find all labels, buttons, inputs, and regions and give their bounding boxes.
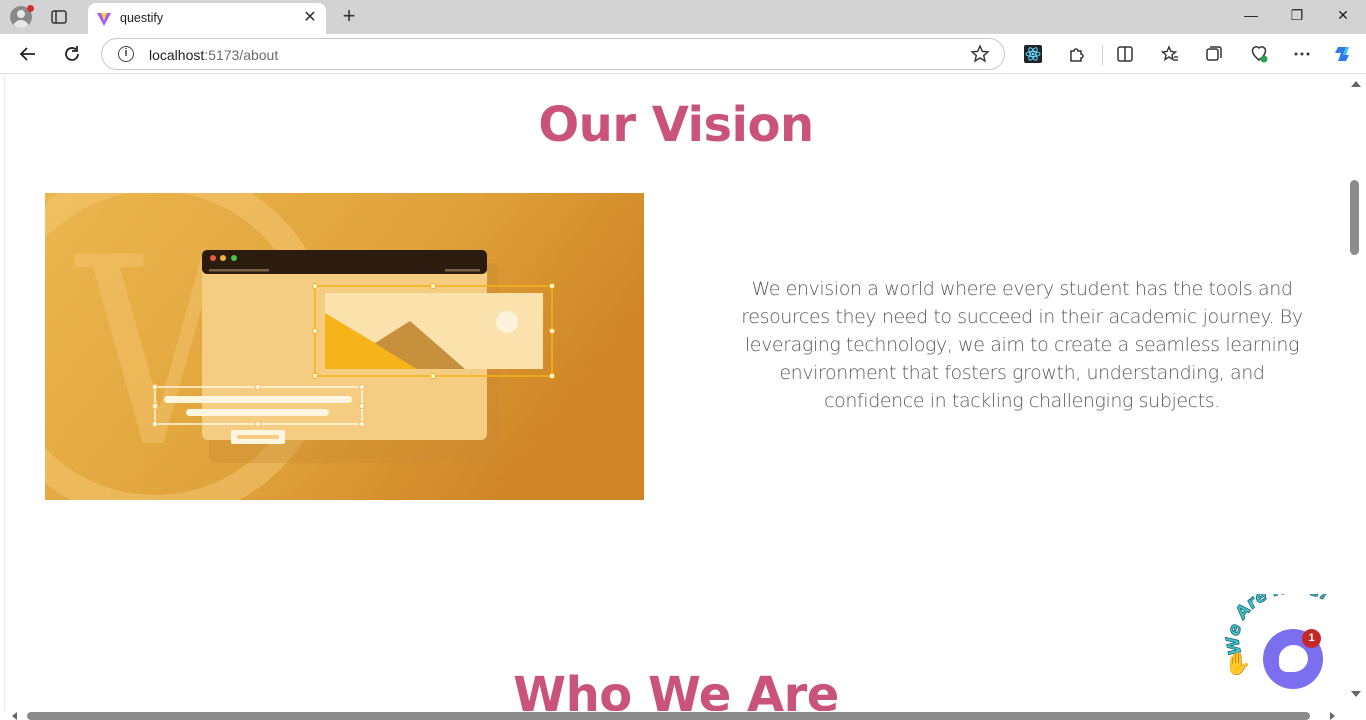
url-text: localhost:5173/about: [149, 47, 279, 63]
favorite-star-icon[interactable]: [970, 44, 990, 64]
reload-icon[interactable]: [62, 44, 82, 64]
vite-favicon-icon: [96, 11, 112, 27]
restore-icon[interactable]: ❐: [1286, 7, 1308, 27]
vision-illustration-image: W: [5, 165, 644, 521]
scroll-right-arrow-icon[interactable]: [1330, 712, 1335, 720]
collections-icon[interactable]: [1204, 44, 1224, 64]
horizontal-scrollbar[interactable]: [0, 711, 1346, 720]
page-viewport: Our Vision We envision a world where eve…: [4, 75, 1346, 711]
scroll-left-arrow-icon[interactable]: [12, 712, 17, 720]
toolbar-separator: [1102, 45, 1103, 65]
waving-hand-icon: ✋: [1224, 651, 1252, 676]
tab-questify[interactable]: questify ✕: [88, 3, 326, 34]
scroll-down-arrow-icon[interactable]: [1351, 691, 1361, 697]
chat-bubble-icon: [1279, 645, 1308, 672]
window-close-icon[interactable]: ✕: [1332, 7, 1354, 27]
tab-close-icon[interactable]: ✕: [302, 10, 318, 26]
tab-title: questify: [120, 11, 164, 25]
who-we-are-heading: Who We Are: [513, 667, 839, 711]
favorites-icon[interactable]: [1160, 44, 1180, 64]
browser-toolbar: i localhost:5173/about: [0, 34, 1366, 74]
site-info-icon[interactable]: i: [118, 46, 134, 62]
address-bar[interactable]: i localhost:5173/about: [101, 38, 1005, 70]
extensions-icon[interactable]: [1067, 44, 1087, 64]
more-menu-icon[interactable]: [1292, 44, 1312, 64]
chat-unread-badge: 1: [1302, 629, 1321, 648]
react-devtools-icon[interactable]: [1023, 44, 1043, 64]
back-arrow-icon[interactable]: [18, 44, 38, 64]
browser-tab-strip: questify ✕ + — ❐ ✕: [0, 0, 1366, 34]
profile-notification-dot: [27, 5, 34, 12]
horizontal-scroll-thumb[interactable]: [27, 712, 1310, 720]
scroll-up-arrow-icon[interactable]: [1351, 81, 1361, 87]
vision-description: We envision a world where every student …: [741, 278, 1303, 412]
our-vision-heading: Our Vision: [538, 97, 814, 153]
vertical-scroll-thumb[interactable]: [1350, 180, 1359, 255]
tab-actions-icon[interactable]: [50, 8, 68, 26]
minimize-icon[interactable]: —: [1240, 7, 1262, 27]
vertical-scrollbar[interactable]: [1346, 75, 1366, 711]
browser-essentials-icon[interactable]: [1249, 44, 1269, 64]
split-screen-icon[interactable]: [1115, 44, 1135, 64]
copilot-icon[interactable]: [1333, 44, 1353, 64]
new-tab-icon[interactable]: +: [339, 5, 359, 27]
chat-widget[interactable]: We Are Here! ✋ 1: [1220, 594, 1352, 694]
